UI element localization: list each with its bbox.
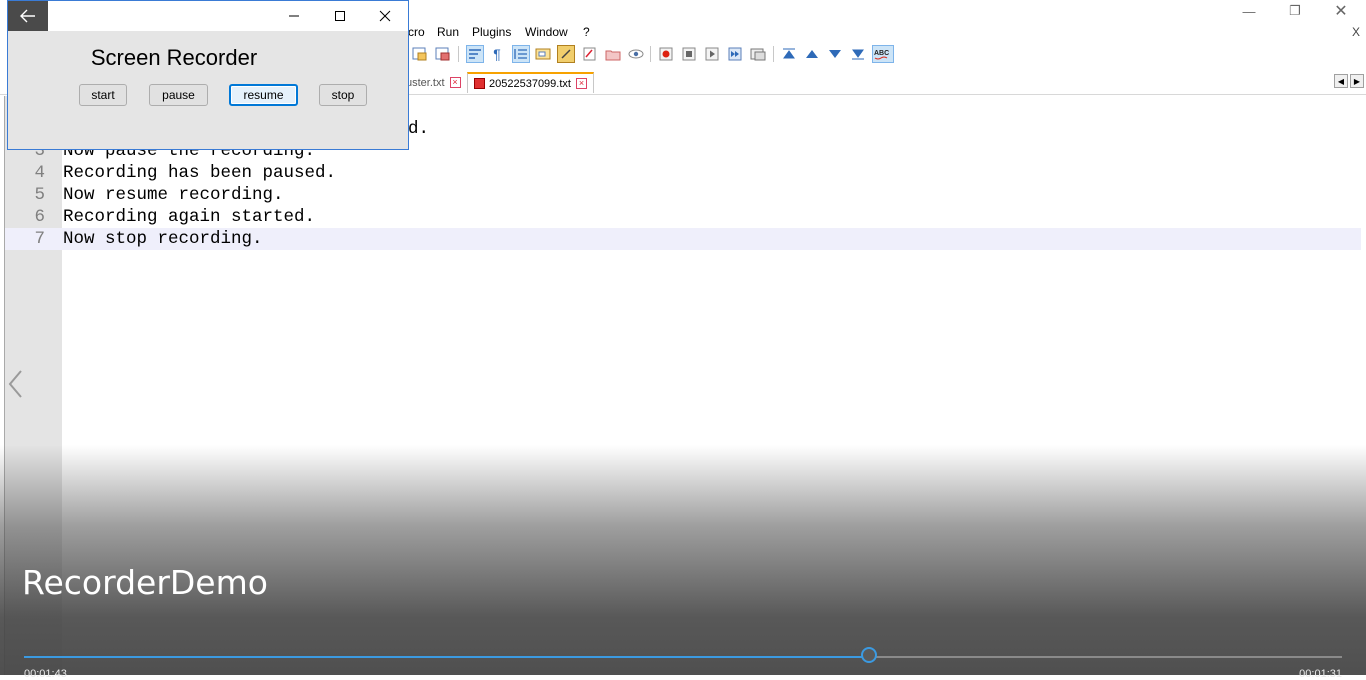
record-macro-icon[interactable]	[657, 45, 675, 63]
save-macro-icon[interactable]	[749, 45, 767, 63]
stop-button[interactable]: stop	[319, 84, 367, 106]
time-total: 00:01:31	[1299, 668, 1342, 680]
video-title: RecorderDemo	[22, 563, 268, 602]
code-line-current: 7 Now stop recording.	[5, 228, 1361, 250]
menu-help[interactable]: ?	[583, 25, 590, 39]
partial-line-text: d.	[408, 119, 430, 139]
tab-cluster[interactable]: uster.txt ×	[400, 72, 467, 93]
seek-bar-thumb[interactable]	[860, 647, 877, 663]
tab-scroll-right-icon[interactable]: ▶	[1350, 74, 1364, 88]
seek-bar[interactable]	[24, 647, 1342, 663]
folder-workspace-icon[interactable]	[581, 45, 599, 63]
close-document-x[interactable]: X	[1352, 25, 1360, 39]
move-to-bottom-icon[interactable]	[849, 45, 867, 63]
word-wrap-icon[interactable]	[466, 45, 484, 63]
show-all-chars-icon[interactable]: ¶	[488, 45, 506, 63]
code-line: 6 Recording again started.	[5, 206, 1361, 228]
back-arrow-icon[interactable]	[8, 1, 48, 31]
folder-icon[interactable]	[604, 45, 622, 63]
line-number: 4	[34, 163, 45, 183]
close-icon[interactable]: ✕	[1321, 0, 1361, 22]
pause-button[interactable]: pause	[149, 84, 208, 106]
menu-window[interactable]: Window	[525, 25, 568, 39]
line-text: Recording again started.	[63, 207, 316, 227]
tab-close-icon[interactable]: ×	[575, 78, 587, 89]
doc-map-icon[interactable]	[534, 45, 552, 63]
resume-button[interactable]: resume	[229, 84, 298, 106]
tab-close-icon[interactable]: ×	[449, 77, 461, 88]
find-icon[interactable]	[411, 45, 429, 63]
time-elapsed: 00:01:43	[24, 668, 67, 680]
minimize-icon[interactable]	[271, 1, 317, 31]
run-macro-multiple-icon[interactable]	[726, 45, 744, 63]
tab-active-file[interactable]: 20522537099.txt ×	[467, 72, 594, 93]
move-down-icon[interactable]	[826, 45, 844, 63]
restore-icon[interactable]: ❐	[1275, 0, 1315, 22]
line-number: 5	[34, 185, 45, 205]
code-line: 4 Recording has been paused.	[5, 162, 1361, 184]
indent-guide-icon[interactable]	[512, 45, 530, 63]
screen-recorder-window: Screen Recorder start pause resume stop	[7, 0, 409, 150]
start-button[interactable]: start	[79, 84, 127, 106]
line-text: Now resume recording.	[63, 185, 284, 205]
move-to-top-icon[interactable]	[780, 45, 798, 63]
unsaved-file-icon	[474, 78, 485, 89]
menu-run[interactable]: Run	[437, 25, 459, 39]
player-overlay-gradient	[0, 445, 1366, 675]
function-list-icon[interactable]	[557, 45, 575, 63]
menu-macro[interactable]: cro	[408, 25, 425, 39]
code-line: 5 Now resume recording.	[5, 184, 1361, 206]
svg-text:ABC: ABC	[874, 50, 889, 57]
previous-chevron-icon[interactable]	[6, 368, 26, 400]
line-text: Recording has been paused.	[63, 163, 337, 183]
maximize-icon[interactable]	[317, 1, 363, 31]
tab-scroll-left-icon[interactable]: ◀	[1334, 74, 1348, 88]
play-macro-icon[interactable]	[703, 45, 721, 63]
recorder-titlebar	[8, 1, 408, 31]
recorder-title: Screen Recorder	[90, 45, 258, 70]
move-up-icon[interactable]	[803, 45, 821, 63]
replace-icon[interactable]	[434, 45, 452, 63]
stop-macro-icon[interactable]	[680, 45, 698, 63]
tab-label: uster.txt	[406, 76, 445, 89]
line-number: 6	[34, 207, 45, 227]
line-text: Now stop recording.	[63, 229, 263, 249]
close-icon[interactable]	[362, 1, 408, 31]
minimize-icon[interactable]: —	[1229, 0, 1269, 22]
monitoring-eye-icon[interactable]	[627, 45, 645, 63]
spell-check-icon[interactable]: ABC	[872, 45, 894, 63]
tab-label: 20522537099.txt	[489, 77, 571, 90]
line-number: 7	[34, 229, 45, 249]
seek-bar-progress	[24, 656, 869, 658]
menu-plugins[interactable]: Plugins	[472, 25, 511, 39]
